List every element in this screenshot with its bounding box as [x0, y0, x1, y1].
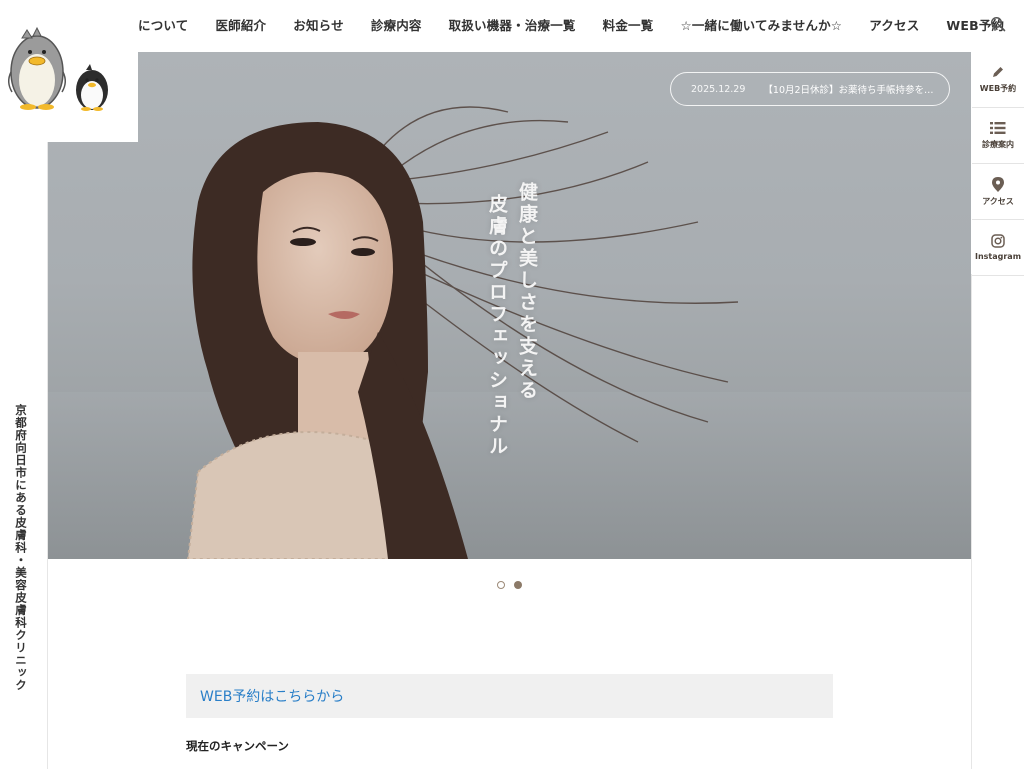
- side-item-label: WEB予約: [979, 84, 1017, 93]
- news-title: 【10月2日休診】お薬待ち手帳持参を…: [763, 85, 934, 96]
- slider-dot-2[interactable]: [514, 581, 522, 589]
- instagram-icon: [991, 234, 1005, 248]
- nav-item-treatments[interactable]: 診療内容: [371, 15, 422, 34]
- news-ticker[interactable]: 2025.12.29 【10月2日休診】お薬待ち手帳持参を…: [670, 72, 950, 106]
- pencil-icon: [993, 67, 1003, 77]
- penguin-large-icon: [8, 26, 66, 110]
- campaign-heading: 現在のキャンペーン: [186, 739, 289, 753]
- slider-pagination: [497, 581, 531, 589]
- nav-item-about[interactable]: について: [138, 15, 188, 34]
- list-icon: [990, 122, 1006, 134]
- search-icon[interactable]: [990, 16, 1006, 32]
- nav-item-pricing[interactable]: 料金一覧: [603, 15, 654, 34]
- top-navigation: について 医師紹介 お知らせ 診療内容 取扱い機器・治療一覧 料金一覧 ☆一緒に…: [0, 0, 1024, 48]
- side-item-treatment-guide[interactable]: 診療案内: [972, 108, 1024, 164]
- nav-item-access[interactable]: アクセス: [869, 15, 919, 34]
- nav-item-equipment[interactable]: 取扱い機器・治療一覧: [449, 15, 576, 34]
- hero-catchphrase-line1: 健康と美しさを支える: [516, 182, 538, 402]
- map-pin-icon: [992, 176, 1004, 192]
- penguin-small-icon: [76, 64, 108, 111]
- side-item-label: Instagram: [974, 252, 1022, 261]
- clinic-tagline: 京都府向日市にある皮膚科・美容皮膚科クリニック: [14, 404, 28, 692]
- nav-menu: について 医師紹介 お知らせ 診療内容 取扱い機器・治療一覧 料金一覧 ☆一緒に…: [138, 0, 1024, 48]
- hero-slider: 2025.12.29 【10月2日休診】お薬待ち手帳持参を… 健康と美しさを支え…: [48, 52, 971, 559]
- nav-item-news[interactable]: お知らせ: [293, 15, 344, 34]
- side-item-instagram[interactable]: Instagram: [972, 220, 1024, 276]
- side-item-web-booking[interactable]: WEB予約: [972, 52, 1024, 108]
- nav-item-recruit[interactable]: ☆一緒に働いてみませんか☆: [680, 15, 842, 34]
- web-booking-link[interactable]: WEB予約はこちらから: [200, 686, 344, 706]
- clinic-logo[interactable]: [0, 0, 138, 142]
- side-item-label: 診療案内: [982, 140, 1014, 149]
- right-divider: [971, 274, 972, 769]
- hero-catchphrase-line2: 皮膚のプロフェッショナル: [486, 194, 508, 458]
- nav-item-doctor[interactable]: 医師紹介: [215, 15, 266, 34]
- web-booking-banner[interactable]: WEB予約はこちらから: [186, 674, 833, 718]
- side-item-access[interactable]: アクセス: [972, 164, 1024, 220]
- slider-dot-1[interactable]: [497, 581, 505, 589]
- side-menu: WEB予約 診療案内 アクセス Instagram: [972, 52, 1024, 276]
- side-item-label: アクセス: [982, 196, 1014, 206]
- news-date: 2025.12.29: [691, 83, 746, 95]
